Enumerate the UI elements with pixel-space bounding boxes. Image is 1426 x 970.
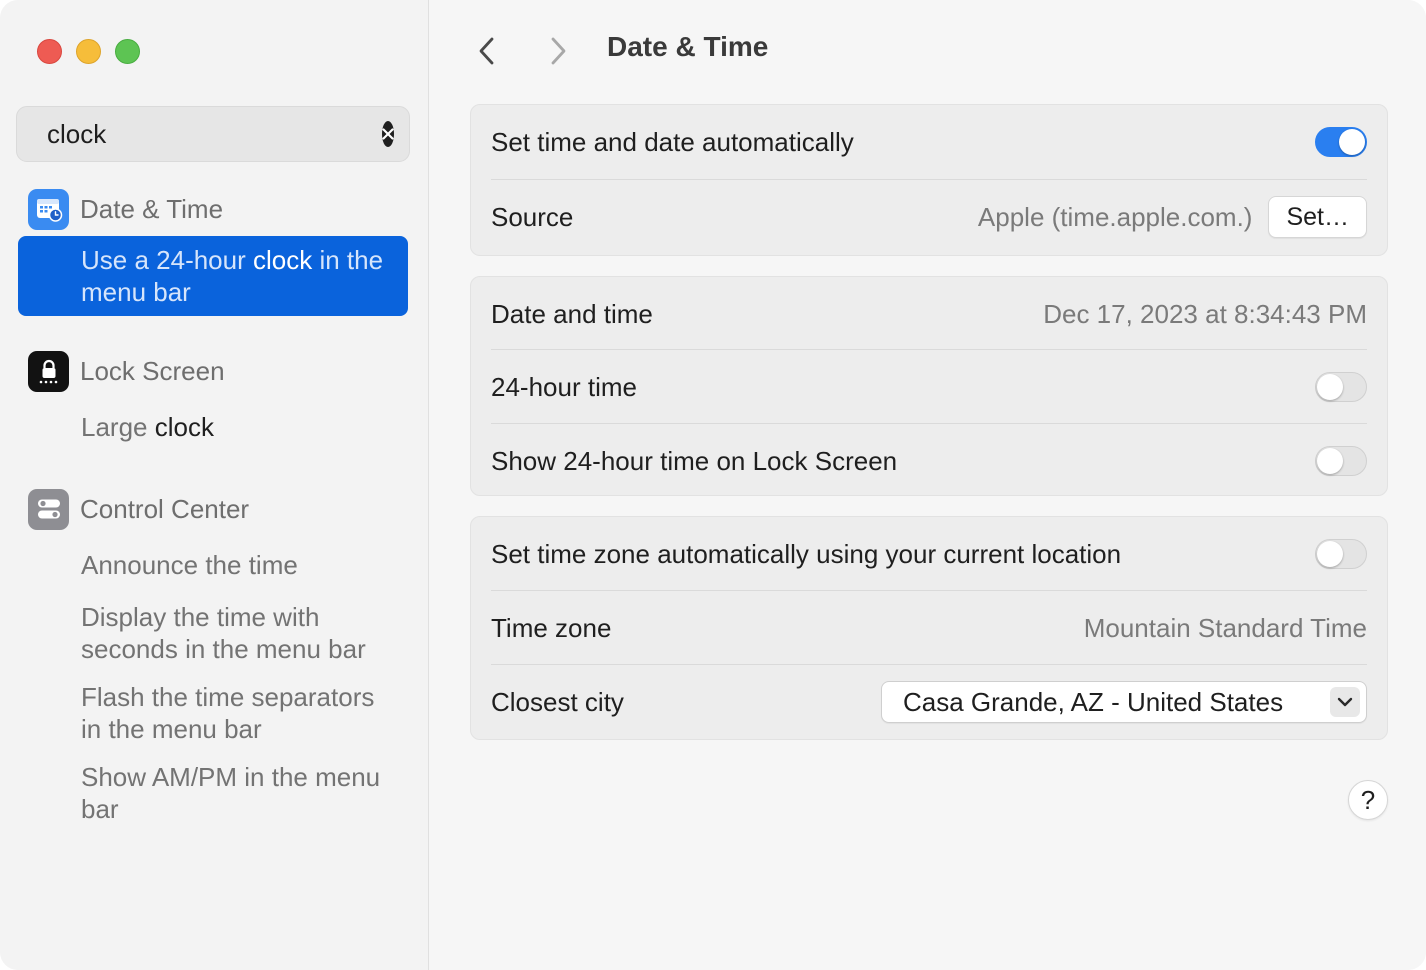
auto-time-zone-label: Set time zone automatically using your c… — [491, 538, 1122, 569]
page-title: Date & Time — [607, 31, 769, 62]
lock-screen-24-hour-row: Show 24-hour time on Lock Screen — [491, 424, 1367, 498]
sidebar: Date & Time Use a 24-hour clock in the m… — [0, 0, 429, 970]
clear-search-button[interactable] — [382, 121, 394, 147]
date-time-value: Dec 17, 2023 at 8:34:43 PM — [1043, 298, 1367, 329]
forward-button[interactable] — [541, 32, 575, 70]
sidebar-section-control-center[interactable]: Control Center — [28, 487, 249, 531]
calendar-clock-icon — [28, 188, 69, 230]
auto-time-zone-row: Set time zone automatically using your c… — [491, 517, 1367, 591]
lock-screen-24-hour-label: Show 24-hour time on Lock Screen — [491, 445, 898, 476]
window-controls — [37, 39, 140, 64]
lock-screen-icon — [28, 350, 69, 392]
control-center-icon — [28, 488, 69, 530]
chevron-right-icon — [551, 37, 566, 65]
closest-city-label: Closest city — [491, 686, 624, 717]
sidebar-result-24-hour-clock[interactable]: Use a 24-hour clock in the menu bar — [18, 236, 408, 316]
source-controls: Apple (time.apple.com.) Set… — [978, 196, 1367, 238]
set-automatically-toggle[interactable] — [1315, 127, 1367, 157]
toggle-knob — [1317, 448, 1343, 474]
source-row: Source Apple (time.apple.com.) Set… — [491, 180, 1367, 254]
auto-time-zone-toggle[interactable] — [1315, 539, 1367, 569]
toggle-knob — [1317, 374, 1343, 400]
chevron-down-icon — [1330, 687, 1360, 717]
24-hour-time-row: 24-hour time — [491, 350, 1367, 424]
time-zone-value: Mountain Standard Time — [1083, 612, 1367, 643]
toggle-knob — [1339, 129, 1365, 155]
sidebar-section-date-time[interactable]: Date & Time — [28, 187, 223, 231]
set-automatically-label: Set time and date automatically — [491, 126, 854, 157]
close-window-button[interactable] — [37, 39, 62, 64]
sidebar-result-label: Use a 24-hour clock in the menu bar — [81, 245, 384, 307]
zoom-window-button[interactable] — [115, 39, 140, 64]
main-pane: Date & Time Set time and date automatica… — [430, 0, 1426, 970]
search-field[interactable] — [16, 106, 410, 162]
close-icon — [382, 128, 394, 140]
toggle-knob — [1317, 541, 1343, 567]
sidebar-result-am-pm[interactable]: Show AM/PM in the menu bar — [81, 761, 401, 825]
sidebar-section-title: Date & Time — [80, 193, 224, 224]
sidebar-result-flash-separators[interactable]: Flash the time separators in the menu ba… — [81, 681, 401, 745]
system-settings-window: Date & Time Use a 24-hour clock in the m… — [0, 0, 1426, 970]
time-zone-row: Time zone Mountain Standard Time — [491, 591, 1367, 665]
automatic-time-card: Set time and date automatically Source A… — [470, 104, 1388, 256]
search-input[interactable] — [31, 114, 382, 154]
date-time-card: Date and time Dec 17, 2023 at 8:34:43 PM… — [470, 276, 1388, 496]
sidebar-result-large-clock[interactable]: Large clock — [81, 411, 401, 443]
time-zone-label: Time zone — [491, 612, 612, 643]
time-zone-card: Set time zone automatically using your c… — [470, 516, 1388, 740]
sidebar-result-seconds[interactable]: Display the time with seconds in the men… — [81, 601, 401, 665]
set-source-button[interactable]: Set… — [1268, 196, 1367, 238]
sidebar-result-announce-time[interactable]: Announce the time — [81, 549, 401, 581]
closest-city-row: Closest city Casa Grande, AZ - United St… — [491, 665, 1367, 739]
sidebar-section-lock-screen[interactable]: Lock Screen — [28, 349, 225, 393]
lock-screen-24-hour-toggle[interactable] — [1315, 446, 1367, 476]
source-label: Source — [491, 201, 574, 232]
source-value: Apple (time.apple.com.) — [977, 201, 1253, 232]
closest-city-value: Casa Grande, AZ - United States — [903, 686, 1284, 717]
chevron-left-icon — [479, 37, 494, 65]
minimize-window-button[interactable] — [76, 39, 101, 64]
date-time-row: Date and time Dec 17, 2023 at 8:34:43 PM — [491, 277, 1367, 351]
closest-city-select[interactable]: Casa Grande, AZ - United States — [881, 681, 1367, 723]
help-button[interactable]: ? — [1348, 780, 1388, 820]
24-hour-time-label: 24-hour time — [491, 371, 637, 402]
set-automatically-row: Set time and date automatically — [491, 105, 1367, 179]
24-hour-time-toggle[interactable] — [1315, 372, 1367, 402]
date-time-label: Date and time — [491, 298, 653, 329]
back-button[interactable] — [470, 32, 504, 70]
sidebar-section-title: Control Center — [80, 493, 250, 524]
sidebar-section-title: Lock Screen — [80, 355, 225, 386]
